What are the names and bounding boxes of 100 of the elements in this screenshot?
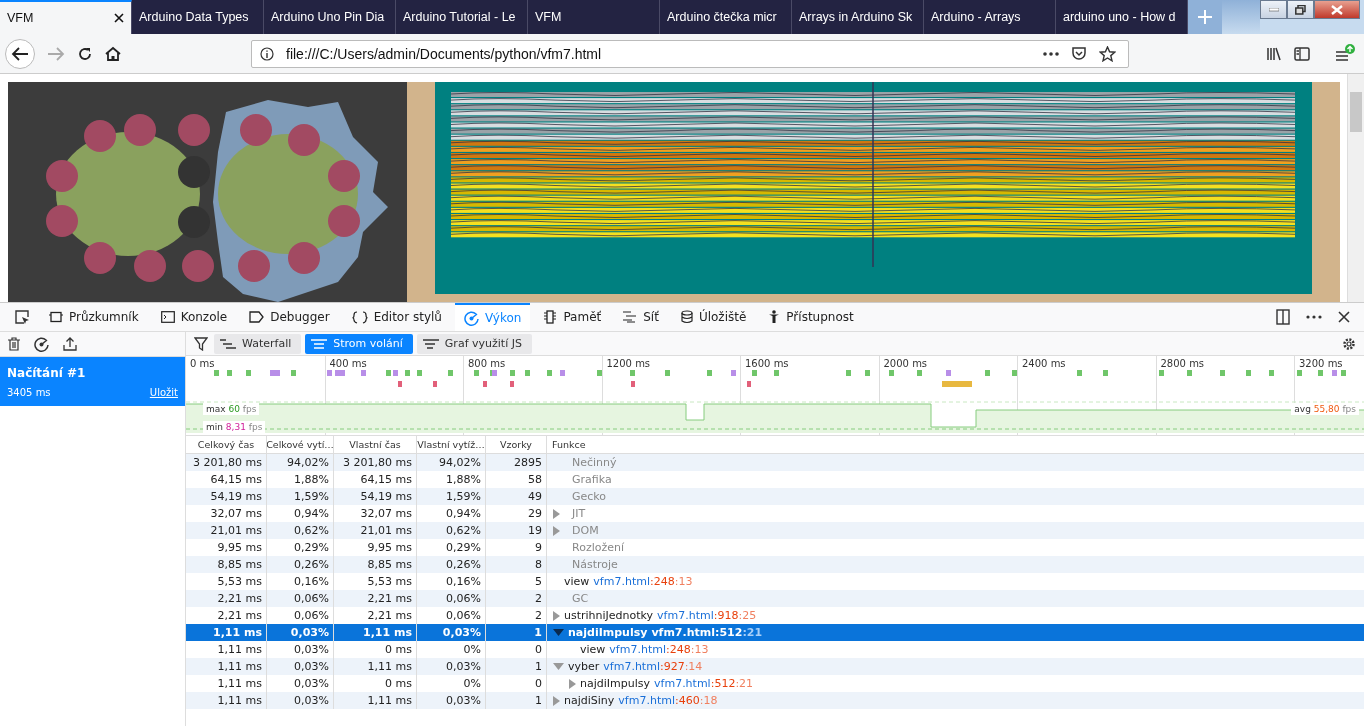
recording-item[interactable]: Načítání #1 3405 ms Uložit [0,357,185,406]
category-name: JIT [572,507,586,520]
star-icon[interactable] [1099,45,1116,62]
devtools-tab[interactable]: Síť [614,303,668,331]
console-icon [160,311,175,323]
function-name: najdiImpulsy [580,677,651,690]
table-row[interactable]: 3 201,80 ms 94,02% 3 201,80 ms 94,02% 2895 Nečinný [186,454,1364,471]
lines-icon [623,311,638,323]
category-name: Nástroje [572,558,618,571]
back-arrow-icon [11,45,29,62]
source-link[interactable]: vfm7.html:927:14 [603,660,703,673]
restore-icon [1295,4,1306,15]
close-icon[interactable] [1338,311,1350,323]
table-row[interactable]: 1,11 ms 0,03% 1,11 ms 0,03% 1 najdiSiny vfm7.html:460:18 [186,692,1364,709]
category-name: DOM [572,524,599,537]
avg-fps-label: avg 55,80 fps [1291,403,1359,415]
window-close-button[interactable] [1314,0,1360,19]
collapse-arrow-icon[interactable] [553,629,564,636]
gauge-icon [463,310,479,326]
back-button[interactable] [5,38,35,69]
more-icon[interactable] [1043,51,1059,56]
column-header[interactable]: Funkce [547,436,1364,453]
devtools-tab[interactable]: Debugger [240,303,339,331]
close-icon[interactable] [114,13,124,23]
minimize-button[interactable] [1260,0,1287,19]
view-button[interactable]: Waterfall [214,333,302,354]
column-header[interactable]: Vzorky [486,436,547,453]
expand-arrow-icon[interactable] [569,678,576,689]
category-name: Rozložení [572,541,624,554]
collapse-arrow-icon[interactable] [553,663,564,670]
function-name: view [564,575,590,588]
table-row[interactable]: 21,01 ms 0,62% 21,01 ms 0,62% 19 DOM [186,522,1364,539]
tick-label: 2400 ms [1022,358,1066,369]
filter-icon[interactable] [194,336,208,351]
more-icon[interactable] [1306,315,1322,319]
sidebar-icon[interactable] [1294,46,1310,61]
category-name: GC [572,592,589,605]
chip-icon [543,310,558,324]
column-header[interactable]: Celkový čas [186,436,267,453]
category-name: Nečinný [572,456,617,469]
expand-arrow-icon[interactable] [553,508,560,519]
export-icon[interactable] [63,337,77,351]
table-row[interactable]: 2,21 ms 0,06% 2,21 ms 0,06% 2 GC [186,590,1364,607]
table-row[interactable]: 8,85 ms 0,26% 8,85 ms 0,26% 8 Nástroje [186,556,1364,573]
source-link[interactable]: vfm7.html:248:13 [593,575,693,588]
devtools-tab[interactable]: Úložiště [671,303,756,331]
settings-icon[interactable] [1342,336,1356,351]
trash-icon[interactable] [8,337,20,351]
expand-arrow-icon[interactable] [553,525,560,536]
address-field[interactable]: file:///C:/Users/admin/Documents/python/vfm7.html [251,39,1129,68]
expand-arrow-icon[interactable] [553,695,560,706]
devtools-tab[interactable]: Přístupnost [759,303,863,331]
devtools-tab[interactable]: Výkon [454,303,531,331]
lines-icon [220,338,236,349]
devtools-tab[interactable]: Paměť [534,303,611,331]
view-button[interactable]: Strom volání [305,333,413,354]
box-icon [49,311,63,323]
column-header[interactable]: Vlastní vytíž… [417,436,486,453]
plus-icon [1197,9,1213,25]
library-icon[interactable] [1266,46,1282,61]
browser-tab[interactable]: VFM [0,0,132,34]
category-name: Gecko [572,490,607,503]
total-time-cell: 1,11 ms [186,692,267,709]
home-icon[interactable] [105,45,121,62]
table-row[interactable]: 1,11 ms 0,03% 1,11 ms 0,03% 1 vyber vfm7.html:927:14 [186,658,1364,675]
tick-label: 400 ms [329,358,367,369]
devtools-tab[interactable]: Průzkumník [40,303,148,331]
info-icon [260,46,274,61]
recording-title: Načítání #1 [7,366,87,380]
pocket-icon[interactable] [1071,45,1087,62]
column-header[interactable]: Vlastní čas [334,436,417,453]
column-header[interactable]: Celkové vytí… [267,436,334,453]
tick-label: 1200 ms [606,358,651,369]
minimize-icon [1268,7,1279,12]
total-percent-cell: 0,03% [267,692,334,709]
min-fps-label: min 8,31 fps [203,421,266,433]
source-link[interactable]: vfm7.html:918:25 [657,609,757,622]
element-picker-icon[interactable] [14,309,30,325]
reload-icon[interactable] [77,45,93,62]
expand-arrow-icon[interactable] [553,610,560,621]
tick-label: 1600 ms [745,358,789,369]
self-time-cell: 1,11 ms [334,692,417,709]
devtools-tab[interactable]: Konzole [151,303,237,331]
lines-icon [422,338,439,349]
devtools-tab[interactable]: Editor stylů [342,303,451,331]
source-link[interactable]: vfm7.html:248:13 [609,643,709,656]
source-link[interactable]: vfm7.html:512:21 [654,677,754,690]
tick-label: 0 ms [190,358,215,369]
view-button[interactable]: Graf využití JS [416,333,532,354]
source-link[interactable]: vfm7.html:460:18 [618,694,718,707]
source-link[interactable]: vfm7.html:512:21 [651,626,763,639]
table-row[interactable]: 1,11 ms 0,03% 1,11 ms 0,03% 1 najdiImpulsy vfm7.html:512:21 [186,624,1364,641]
scrollbar[interactable] [1347,74,1364,302]
table-row[interactable]: 54,19 ms 1,59% 54,19 ms 1,59% 49 Gecko [186,488,1364,505]
dock-icon[interactable] [1276,309,1290,325]
record-icon[interactable] [34,336,49,352]
function-name: najdiSiny [564,694,615,707]
database-icon [680,310,693,324]
save-link[interactable]: Uložit [149,387,178,398]
restore-button[interactable] [1287,0,1314,19]
